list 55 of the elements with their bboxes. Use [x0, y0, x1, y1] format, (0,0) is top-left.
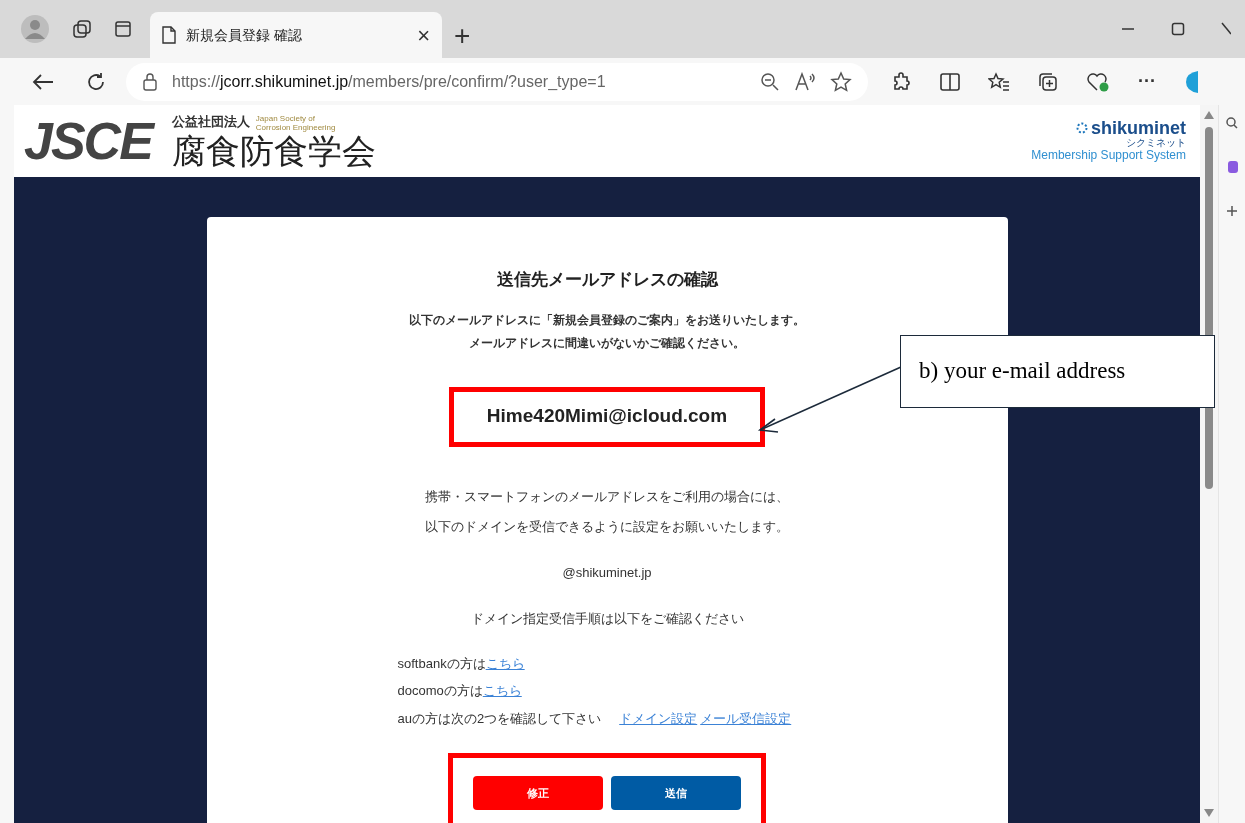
- brand-name: shikuminet: [1090, 119, 1186, 138]
- scroll-down-icon[interactable]: [1204, 809, 1214, 817]
- collections-icon[interactable]: [1038, 71, 1058, 92]
- intro-text: 以下のメールアドレスに「新規会員登録のご案内」をお送りいたします。: [409, 312, 805, 329]
- browser-tab[interactable]: 新規会員登録 確認 ×: [150, 12, 442, 58]
- org-english-name: Japan Society of: [255, 113, 315, 123]
- annotation-tooltip: b) your e-mail address: [900, 335, 1215, 408]
- domain-text: @shikuminet.jp: [562, 563, 652, 582]
- tab-title: 新規会員登録 確認: [186, 25, 303, 45]
- workspaces-icon[interactable]: [72, 19, 92, 39]
- carrier-text: softbankの方は: [397, 654, 486, 673]
- favorites-icon[interactable]: [988, 71, 1010, 92]
- brand-kana: シクミネット: [1126, 137, 1186, 149]
- extensions-icon[interactable]: [892, 71, 912, 92]
- read-aloud-icon[interactable]: [794, 71, 816, 92]
- tab-actions-icon[interactable]: [114, 20, 132, 38]
- brand-subtitle: Membership Support System: [1031, 148, 1186, 163]
- close-tab-button[interactable]: ×: [417, 18, 430, 52]
- add-icon[interactable]: [1226, 205, 1238, 217]
- back-icon[interactable]: [32, 72, 54, 91]
- app-icon[interactable]: [1226, 159, 1238, 175]
- copilot-icon[interactable]: [1184, 68, 1198, 95]
- email-address: Hime420Mimi@icloud.com: [486, 404, 728, 429]
- new-tab-button[interactable]: +: [454, 22, 471, 50]
- edit-button[interactable]: 修正: [473, 776, 603, 810]
- lock-icon: [142, 72, 158, 91]
- page-icon: [162, 26, 176, 44]
- url-text: https://jcorr.shikuminet.jp/members/pre/confirm/?user_type=1: [172, 71, 607, 92]
- scroll-up-icon[interactable]: [1204, 111, 1214, 119]
- address-bar[interactable]: https://jcorr.shikuminet.jp/members/pre/confirm/?user_type=1: [126, 62, 868, 101]
- search-icon[interactable]: [1226, 117, 1238, 129]
- zoom-out-icon[interactable]: [760, 71, 780, 92]
- org-type-text: 公益社団法人: [171, 113, 250, 131]
- carrier-text: auの方は次の2つを確認して下さい: [397, 709, 602, 728]
- link[interactable]: こちら: [485, 653, 525, 673]
- split-screen-icon[interactable]: [940, 72, 960, 91]
- org-english-name: Corrosion Engineering: [255, 122, 336, 132]
- refresh-icon[interactable]: [86, 71, 106, 92]
- mobile-note-text: 以下のドメインを受信できるように設定をお願いいたします。: [425, 518, 789, 536]
- send-button[interactable]: 送信: [611, 776, 741, 810]
- dotted-ring-icon: [1075, 122, 1088, 135]
- card-title: 送信先メールアドレスの確認: [496, 268, 718, 291]
- mobile-note-text: 携帯・スマートフォンのメールアドレスをご利用の場合には、: [425, 487, 789, 506]
- close-icon[interactable]: [1221, 22, 1231, 36]
- link[interactable]: ドメイン設定: [619, 708, 698, 728]
- health-icon[interactable]: [1086, 71, 1110, 92]
- procedure-text: ドメイン指定受信手順は以下をご確認ください: [470, 610, 744, 628]
- more-button[interactable]: ···: [1138, 68, 1156, 95]
- link[interactable]: メール受信設定: [700, 708, 792, 728]
- intro-text: メールアドレスに間違いがないかご確認ください。: [469, 335, 745, 352]
- star-icon[interactable]: [830, 70, 852, 93]
- maximize-icon[interactable]: [1171, 22, 1185, 36]
- carrier-text: docomoの方は: [397, 682, 483, 700]
- link[interactable]: こちら: [482, 681, 522, 701]
- org-name: 腐食防食学会: [171, 131, 376, 170]
